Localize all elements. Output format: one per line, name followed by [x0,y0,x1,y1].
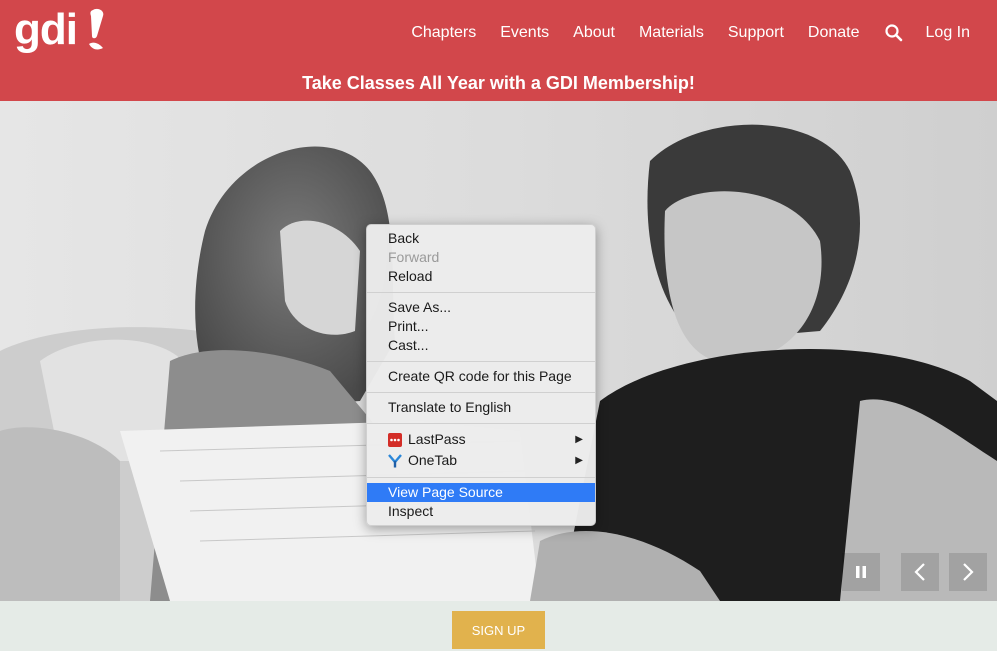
menu-item-save-as[interactable]: Save As... [367,298,595,317]
menu-separator [367,477,595,478]
menu-item-print[interactable]: Print... [367,317,595,336]
nav-donate[interactable]: Donate [808,20,860,46]
logo-exclamation-icon [89,8,104,50]
gdi-logo[interactable]: gdi [14,5,104,54]
site-header: gdi Chapters Events About Materials Supp… [0,0,997,101]
context-menu: Back Forward Reload Save As... Print... … [366,224,596,526]
menu-separator [367,423,595,424]
menu-item-reload[interactable]: Reload [367,267,595,286]
menu-item-cast[interactable]: Cast... [367,336,595,355]
menu-item-lastpass-label: LastPass [408,431,466,447]
logo-text: gdi [14,5,78,54]
slider-prev-button[interactable] [901,553,939,591]
menu-item-lastpass[interactable]: LastPass ▶ [367,429,595,450]
menu-item-create-qr[interactable]: Create QR code for this Page [367,367,595,386]
search-icon[interactable] [884,23,904,43]
menu-item-view-source[interactable]: View Page Source [367,483,595,502]
nav-about[interactable]: About [573,20,615,46]
submenu-arrow-icon: ▶ [575,455,583,466]
slider-next-button[interactable] [949,553,987,591]
nav-support[interactable]: Support [728,20,784,46]
menu-separator [367,292,595,293]
lastpass-icon [388,433,402,447]
menu-item-translate[interactable]: Translate to English [367,398,595,417]
chevron-right-icon [963,563,974,581]
pause-icon [856,566,866,578]
nav-materials[interactable]: Materials [639,20,704,46]
menu-item-onetab[interactable]: OneTab ▶ [367,450,595,471]
nav-chapters[interactable]: Chapters [411,20,476,46]
menu-item-back[interactable]: Back [367,229,595,248]
slider-pause-button[interactable] [842,553,880,591]
signup-button[interactable]: SIGN UP [452,611,545,649]
menu-separator [367,361,595,362]
menu-item-inspect[interactable]: Inspect [367,502,595,521]
nav-events[interactable]: Events [500,20,549,46]
membership-banner-link[interactable]: Take Classes All Year with a GDI Members… [0,70,997,96]
main-nav: Chapters Events About Materials Support … [411,20,997,46]
onetab-icon [388,454,402,468]
menu-separator [367,392,595,393]
login-link[interactable]: Log In [926,20,970,46]
signup-bar: SIGN UP [0,601,997,651]
menu-item-forward: Forward [388,249,440,265]
chevron-left-icon [914,563,925,581]
menu-item-onetab-label: OneTab [408,452,458,468]
submenu-arrow-icon: ▶ [575,434,583,445]
